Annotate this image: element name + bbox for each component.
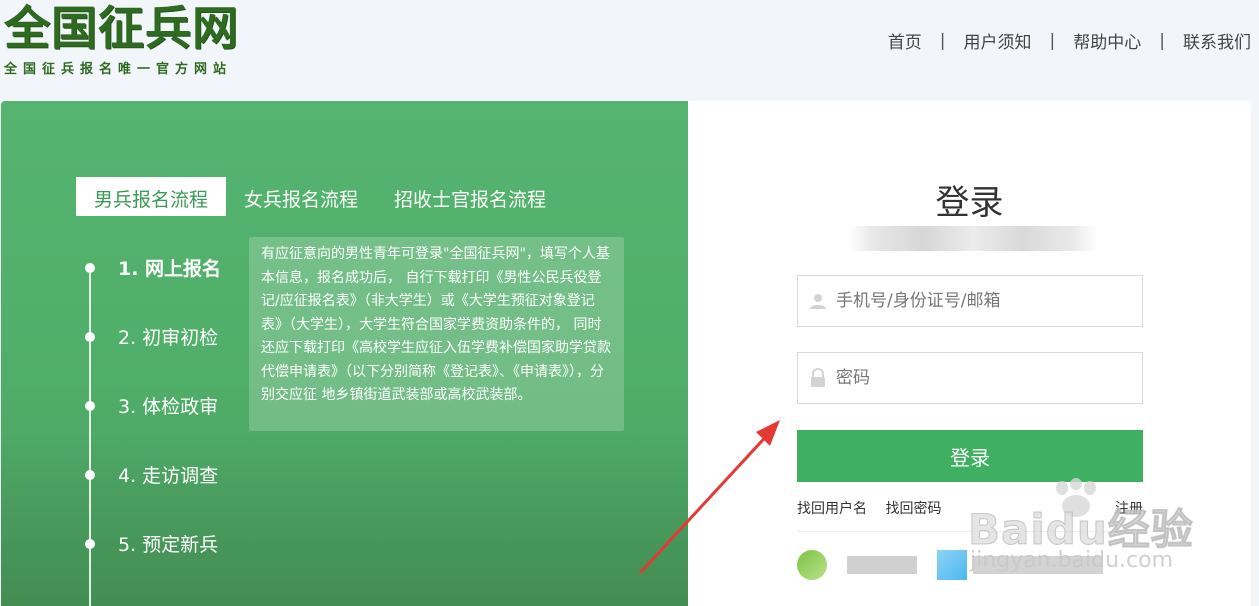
tab-female-process[interactable]: 女兵报名流程 bbox=[226, 177, 376, 216]
login-button[interactable]: 登录 bbox=[797, 430, 1143, 482]
tab-nco-process[interactable]: 招收士官报名流程 bbox=[376, 177, 564, 216]
wechat-login-icon[interactable] bbox=[797, 550, 827, 580]
step-label: 2. 初审初检 bbox=[118, 327, 219, 349]
nav-help-center-link[interactable]: 帮助中心 bbox=[1073, 28, 1141, 53]
tab-male-process[interactable]: 男兵报名流程 bbox=[76, 177, 227, 216]
password-input[interactable] bbox=[836, 368, 1126, 388]
step-label: 4. 走访调查 bbox=[118, 465, 219, 487]
step-label: 5. 预定新兵 bbox=[118, 534, 219, 556]
nav-separator: | bbox=[939, 30, 946, 51]
top-nav: 首页 | 用户须知 | 帮助中心 | 联系我们 bbox=[888, 28, 1251, 54]
step-dot bbox=[85, 470, 95, 480]
background-landscape bbox=[1, 431, 688, 606]
password-field[interactable] bbox=[797, 352, 1143, 404]
find-username-link[interactable]: 找回用户名 bbox=[797, 501, 867, 517]
nav-separator: | bbox=[1049, 30, 1056, 51]
nav-user-notice-link[interactable]: 用户须知 bbox=[964, 28, 1032, 53]
watermark-url: jingyan.baidu.com bbox=[970, 548, 1174, 573]
login-title: 登录 bbox=[935, 183, 1004, 223]
lock-icon bbox=[808, 368, 828, 388]
user-icon bbox=[808, 291, 828, 311]
timeline-line bbox=[89, 267, 91, 606]
username-input[interactable] bbox=[836, 291, 1126, 311]
logo-subtitle: 全国征兵报名唯一官方网站 bbox=[4, 62, 233, 77]
blurred-label bbox=[847, 556, 917, 574]
find-password-link[interactable]: 找回密码 bbox=[885, 501, 941, 517]
logo-title: 全国征兵网 bbox=[4, 1, 239, 55]
blurred-notice bbox=[848, 226, 1098, 251]
process-tabs: 男兵报名流程 女兵报名流程 招收士官报名流程 bbox=[76, 177, 564, 216]
step-description-tooltip: 有应征意向的男性青年可登录"全国征兵网"，填写个人基本信息，报名成功后， 自行下… bbox=[249, 237, 624, 431]
nav-separator: | bbox=[1159, 30, 1165, 51]
step-dot bbox=[85, 332, 95, 342]
step-dot bbox=[85, 263, 95, 273]
baidu-watermark: Baidu经验 jingyan.baidu.com bbox=[968, 478, 1228, 588]
nav-home-link[interactable]: 首页 bbox=[888, 28, 922, 53]
third-party-login-icon[interactable] bbox=[937, 550, 967, 580]
step-dot bbox=[85, 401, 95, 411]
red-arrow-annotation bbox=[638, 420, 780, 575]
site-logo[interactable]: 全国征兵网 全国征兵报名唯一官方网站 bbox=[4, 2, 239, 77]
step-label: 1. 网上报名 bbox=[118, 258, 222, 280]
nav-contact-us-link[interactable]: 联系我们 bbox=[1183, 28, 1251, 53]
step-dot bbox=[85, 539, 95, 549]
step-label: 3. 体检政审 bbox=[118, 396, 219, 418]
process-panel: 男兵报名流程 女兵报名流程 招收士官报名流程 1. 网上报名 2. 初审初检 3… bbox=[1, 101, 688, 606]
username-field[interactable] bbox=[797, 275, 1143, 327]
